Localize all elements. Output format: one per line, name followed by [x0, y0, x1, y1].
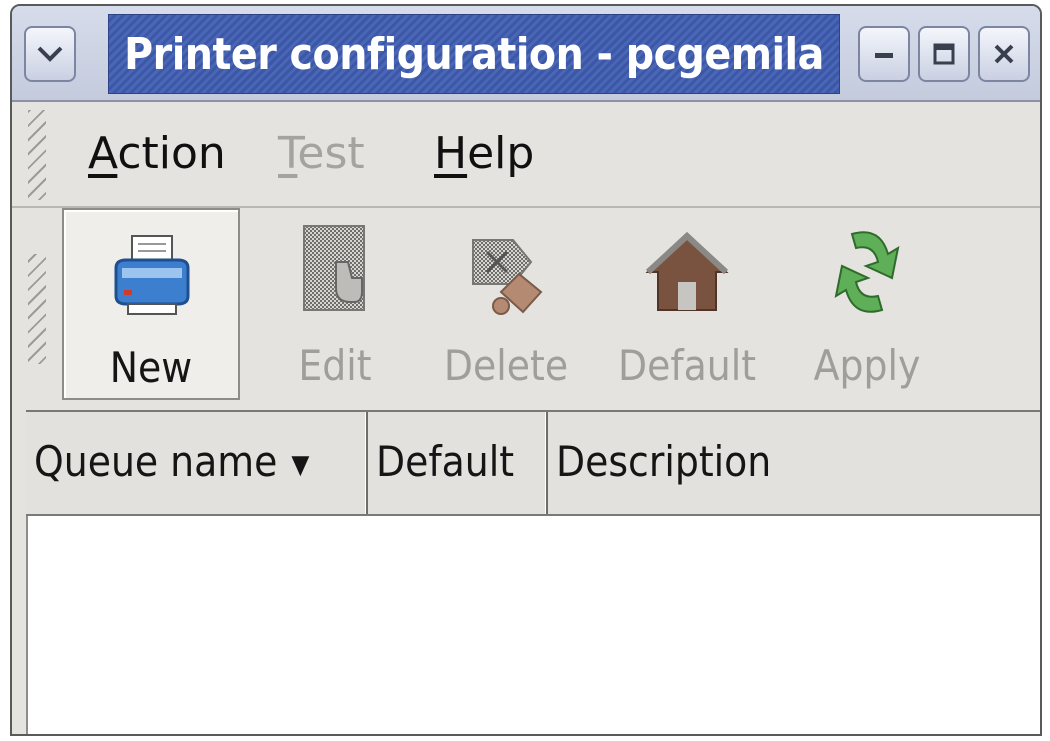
toolbar-grip[interactable] — [28, 254, 46, 364]
printer-config-window: Printer configuration - pcgemila Action … — [10, 4, 1042, 736]
sort-down-icon: ▼ — [291, 449, 310, 480]
column-header-default[interactable]: Default — [368, 412, 548, 514]
menu-bar: Action Test Help — [12, 102, 1040, 208]
column-header-default-label: Default — [376, 437, 515, 486]
menu-test[interactable]: Test — [278, 124, 365, 184]
menu-test-mnemonic: T — [278, 128, 298, 179]
menu-action-mnemonic: A — [88, 128, 118, 179]
menu-help-mnemonic: H — [434, 128, 468, 179]
edit-button[interactable]: Edit — [280, 208, 390, 400]
menu-help-label: elp — [467, 128, 535, 179]
delete-icon — [472, 239, 543, 315]
delete-button[interactable]: Delete — [432, 208, 580, 400]
new-button-label: New — [109, 343, 193, 392]
printer-icon — [114, 235, 190, 315]
window-menu-button[interactable] — [24, 26, 76, 82]
close-icon — [994, 44, 1014, 64]
edit-button-label: Edit — [298, 341, 372, 390]
menu-action[interactable]: Action — [88, 124, 226, 184]
column-header-description[interactable]: Description — [548, 412, 1040, 514]
edit-icon — [303, 225, 365, 311]
minimize-icon — [875, 53, 893, 58]
menu-help[interactable]: Help — [434, 124, 534, 184]
close-button[interactable] — [978, 26, 1030, 82]
delete-button-label: Delete — [443, 341, 569, 390]
default-button[interactable]: Default — [612, 208, 762, 400]
apply-button[interactable]: Apply — [802, 208, 932, 400]
queue-list-header: Queue name ▼ Default Description — [26, 410, 1040, 516]
toolbar: New Edit Delete Default Apply — [12, 208, 1040, 408]
maximize-button[interactable] — [918, 26, 970, 82]
apply-icon — [834, 231, 900, 313]
menu-test-label: est — [297, 128, 365, 179]
maximize-icon — [933, 43, 955, 65]
title-bar: Printer configuration - pcgemila — [12, 6, 1040, 102]
apply-button-label: Apply — [813, 341, 921, 390]
column-header-queue-name-label: Queue name — [34, 437, 278, 486]
menubar-grip[interactable] — [28, 110, 46, 200]
new-button[interactable]: New — [62, 208, 240, 400]
column-header-queue-name[interactable]: Queue name ▼ — [26, 412, 368, 514]
menu-action-label: ction — [117, 128, 226, 179]
home-icon — [645, 231, 729, 311]
default-button-label: Default — [617, 341, 757, 390]
window-title: Printer configuration - pcgemila — [108, 14, 840, 94]
queue-list[interactable] — [26, 516, 1040, 734]
column-header-description-label: Description — [556, 437, 772, 486]
minimize-button[interactable] — [858, 26, 910, 82]
chevron-down-icon — [37, 46, 63, 62]
